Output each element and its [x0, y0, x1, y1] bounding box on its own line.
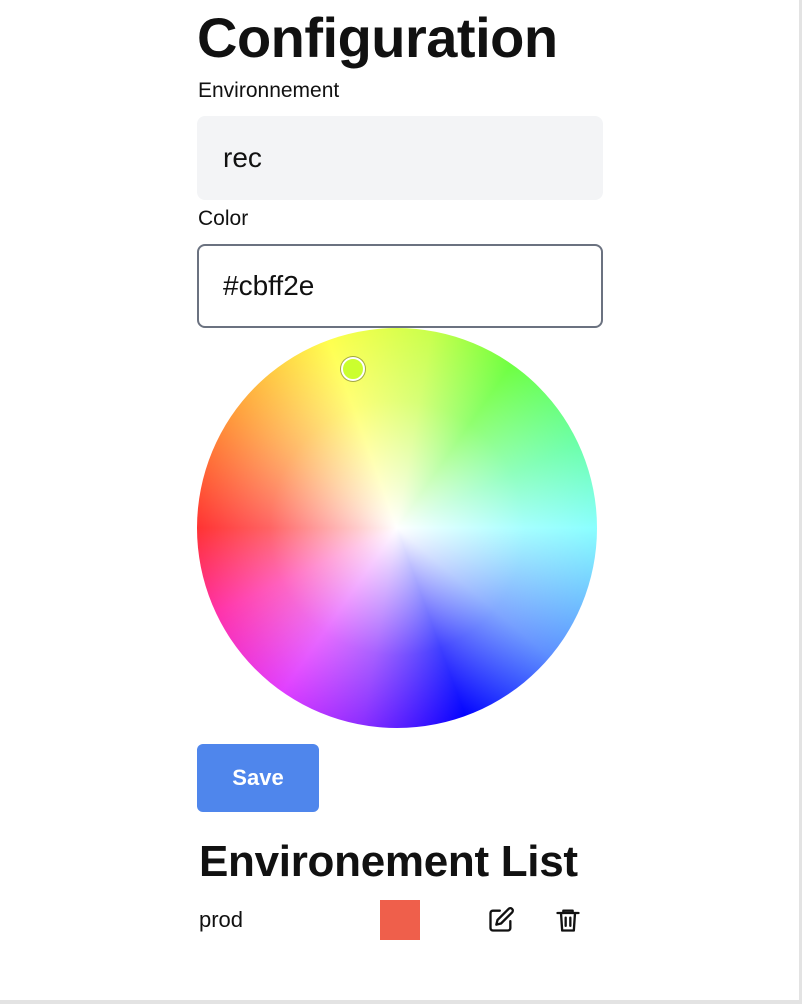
list-item: prod: [199, 898, 599, 942]
color-wheel[interactable]: [197, 328, 597, 728]
environment-label: Environnement: [198, 79, 340, 102]
color-label: Color: [198, 207, 249, 230]
trash-icon[interactable]: [554, 906, 582, 934]
color-input[interactable]: [197, 244, 603, 328]
window-bottom-border: [0, 1000, 802, 1004]
color-wheel-thumb[interactable]: [341, 357, 365, 381]
page-title: Configuration: [197, 6, 558, 69]
color-wheel-picker[interactable]: [197, 328, 597, 728]
color-swatch: [380, 900, 420, 940]
configuration-page: Configuration Environnement Color Save E…: [0, 0, 802, 1004]
save-button[interactable]: Save: [197, 744, 319, 812]
environment-list-title: Environement List: [199, 837, 578, 886]
environment-input[interactable]: [197, 116, 603, 200]
edit-icon[interactable]: [487, 906, 515, 934]
environment-name: prod: [199, 907, 244, 932]
